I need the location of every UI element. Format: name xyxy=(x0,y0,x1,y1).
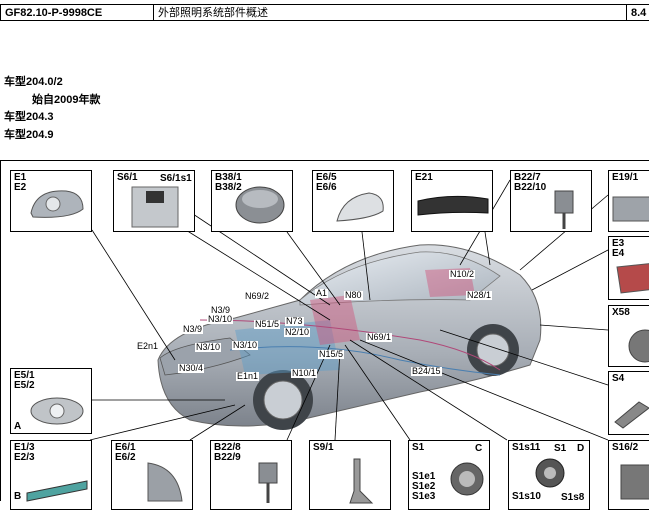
brake-pedal-switch-icon xyxy=(349,458,374,504)
mirror-icon xyxy=(336,192,384,222)
callout: N73 xyxy=(285,316,304,326)
callout: N3/10 xyxy=(207,314,234,324)
trailer-socket-icon xyxy=(628,329,649,363)
callout: N10/2 xyxy=(449,269,476,279)
car-illustration xyxy=(157,244,542,430)
callout: E2n1 xyxy=(136,341,160,351)
level-sensor-icon xyxy=(554,190,574,229)
box-e19-1: E19/1 xyxy=(608,170,649,232)
rain-light-sensor-icon xyxy=(235,186,285,224)
combination-switch-icon xyxy=(614,401,649,429)
box-s1-c: S1 C S1e1 S1e2 S1e3 xyxy=(408,440,490,510)
fog-lamp-icon xyxy=(30,397,84,425)
box-e6-1: E6/1 E6/2 xyxy=(111,440,193,510)
box-x58: X58 xyxy=(608,305,649,367)
callout: N3/9 xyxy=(182,324,204,334)
daytime-lamp-icon xyxy=(26,480,88,502)
license-lamp-icon xyxy=(612,196,649,222)
switch-block-icon xyxy=(620,464,649,500)
switch-panel-icon xyxy=(131,186,179,228)
box-e6-5: E6/5 E6/6 xyxy=(312,170,394,232)
callout: N80 xyxy=(344,290,363,300)
callout: N28/1 xyxy=(466,290,493,300)
light-switch-icon xyxy=(450,462,484,496)
box-b38: B38/1 B38/2 xyxy=(211,170,293,232)
box-s16-2: S16/2 xyxy=(608,440,649,510)
box-s6-1: S6/1 S6/1s1 xyxy=(113,170,195,232)
callout: N30/4 xyxy=(178,363,205,373)
callout: A1 xyxy=(315,288,329,298)
tail-lamp-icon xyxy=(616,263,649,294)
turn-signal-icon xyxy=(147,462,183,502)
callout: N2/10 xyxy=(284,327,311,337)
callout: N69/2 xyxy=(244,291,271,301)
box-e1-3: E1/3 E2/3 B xyxy=(10,440,92,510)
callout: N51/5 xyxy=(254,319,281,329)
rotary-light-switch-icon xyxy=(535,458,565,488)
box-b22-7: B22/7 B22/10 xyxy=(510,170,592,232)
diagram-canvas xyxy=(89,179,609,441)
box-s1-d: S1s11 S1 D S1s10 S1s8 xyxy=(508,440,590,510)
callout: B24/15 xyxy=(411,366,442,376)
callout: N69/1 xyxy=(366,332,393,342)
callout: N3/10 xyxy=(232,340,259,350)
box-s4: S4 xyxy=(608,371,649,435)
box-b22-8: B22/8 B22/9 xyxy=(210,440,292,510)
callout: E1n1 xyxy=(236,371,260,381)
callout: N10/1 xyxy=(291,368,318,378)
headlamp-icon xyxy=(30,190,84,218)
callout: N15/5 xyxy=(318,349,345,359)
box-e3-e4: E3 E4 xyxy=(608,236,649,300)
box-e5: E5/1 E5/2 A xyxy=(10,368,92,434)
brake-lamp-icon xyxy=(417,195,489,216)
callout: N3/10 xyxy=(195,342,222,352)
axle-sensor-icon xyxy=(258,462,278,503)
box-s9-1: S9/1 xyxy=(309,440,391,510)
box-e1-e2: E1 E2 xyxy=(10,170,92,232)
box-e21: E21 xyxy=(411,170,493,232)
